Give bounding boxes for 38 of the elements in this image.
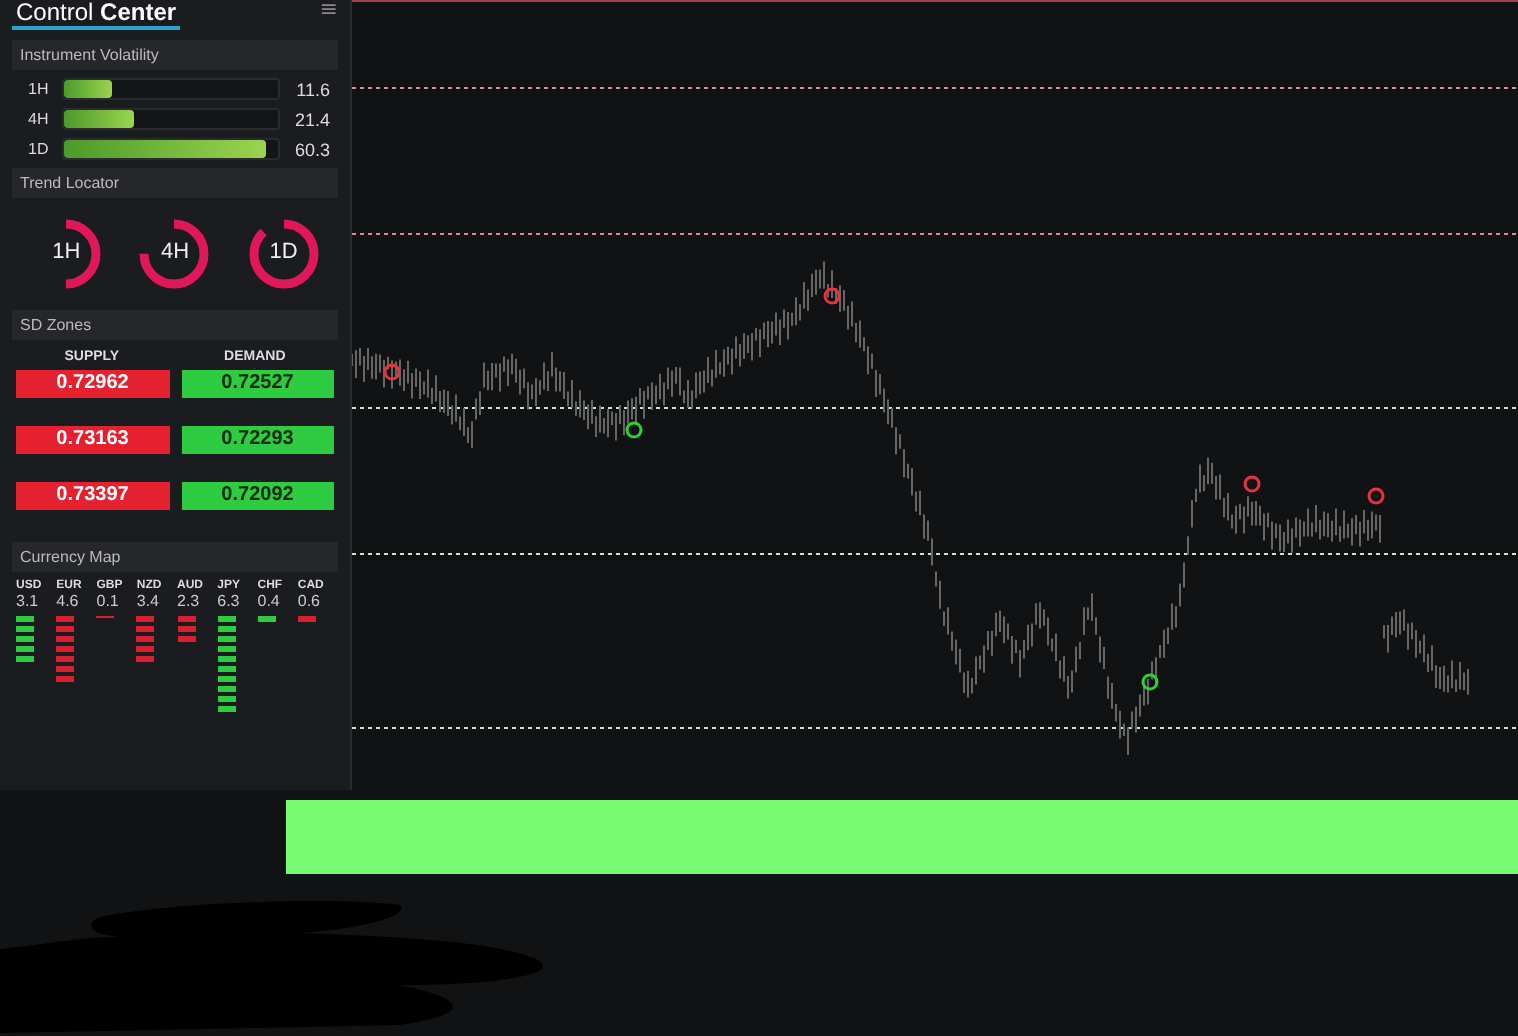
trend-ring bbox=[249, 219, 319, 289]
timeframe-label: 4H bbox=[28, 110, 51, 128]
strength-meter bbox=[217, 616, 236, 712]
currency-value: 2.3 bbox=[177, 592, 200, 610]
timeframe-label: 4H bbox=[158, 240, 192, 264]
currency-value: 0.6 bbox=[297, 592, 320, 610]
volatility-value: 21.4 bbox=[292, 109, 330, 129]
strength-meter bbox=[56, 616, 75, 682]
currency-value: 0.4 bbox=[257, 592, 280, 610]
supply-value: 0.72962 bbox=[16, 370, 169, 398]
trend-ring bbox=[140, 219, 210, 289]
timeframe-label: 1D bbox=[267, 240, 300, 264]
strength-meter bbox=[177, 616, 195, 642]
currency-value: 3.1 bbox=[16, 592, 39, 610]
demand-value: 0.72092 bbox=[181, 482, 334, 510]
section-header: Instrument Volatility bbox=[12, 40, 338, 70]
timeframe-label: 1H bbox=[50, 240, 83, 264]
timeframe-label: 1H bbox=[28, 80, 51, 98]
demand-value: 0.72293 bbox=[181, 426, 334, 454]
panel-title: Control Center bbox=[12, 0, 181, 30]
strength-meter bbox=[257, 616, 276, 622]
strength-meter bbox=[136, 616, 155, 662]
volatility-value: 11.6 bbox=[294, 79, 330, 99]
menu-button[interactable]: ≡ bbox=[319, 0, 338, 20]
section-header: SD Zones bbox=[12, 310, 338, 340]
section-header: Currency Map bbox=[12, 542, 338, 572]
currency-value: 0.1 bbox=[96, 592, 119, 610]
demand-value: 0.72527 bbox=[181, 370, 334, 398]
timeframe-label: 1D bbox=[28, 140, 51, 158]
currency-value: 3.4 bbox=[136, 592, 159, 610]
volatility-value: 60.3 bbox=[292, 139, 330, 159]
supply-value: 0.73397 bbox=[16, 482, 169, 510]
section-header: Trend Locator bbox=[12, 168, 338, 198]
strength-meter bbox=[16, 616, 34, 662]
supply-value: 0.73163 bbox=[16, 426, 169, 454]
strength-meter bbox=[297, 616, 316, 622]
currency-value: 4.6 bbox=[56, 592, 79, 610]
currency-value: 6.3 bbox=[217, 592, 240, 610]
